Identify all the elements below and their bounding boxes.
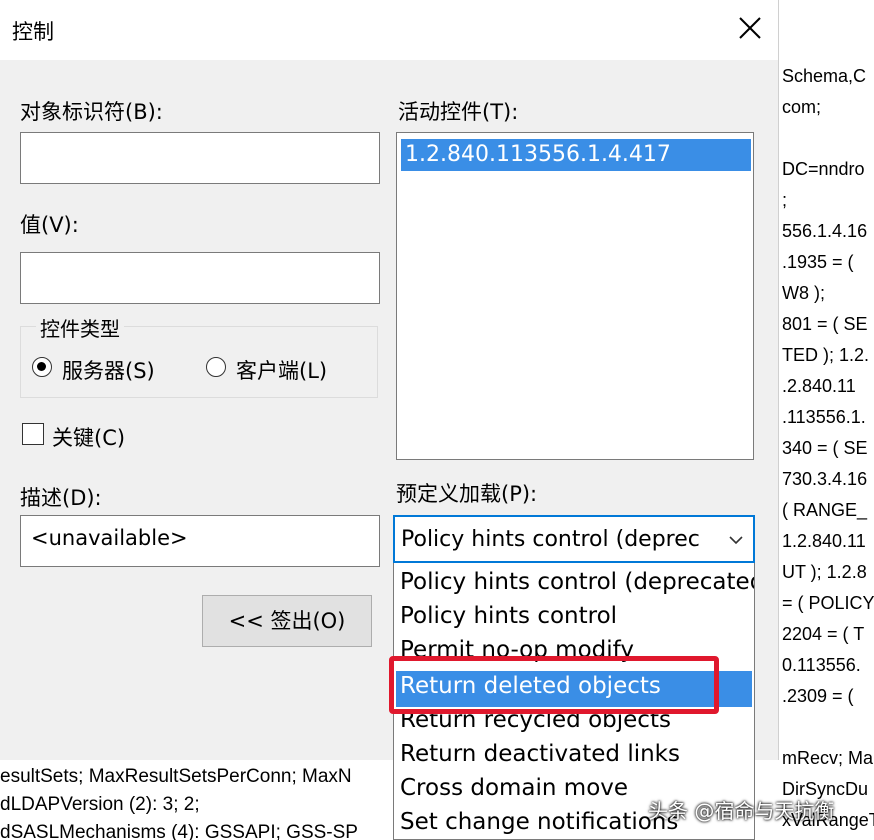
background-log-line: ;	[782, 190, 788, 210]
control-type-legend: 控件类型	[36, 313, 124, 342]
dropdown-option[interactable]: Return deactivated links	[400, 741, 680, 767]
predefined-label: 预定义加载(P):	[396, 482, 538, 506]
watermark: 头条 @宿命与天抗衡	[648, 799, 835, 823]
object-id-input[interactable]	[20, 132, 380, 184]
predefined-select[interactable]: Policy hints control (deprec	[393, 515, 755, 563]
background-log-line: 801 = ( SE	[782, 314, 868, 334]
background-log-line: UT ); 1.2.8	[782, 562, 867, 582]
background-log-line: ( RANGE_	[782, 500, 868, 520]
value-input[interactable]	[20, 252, 380, 304]
background-log-line: = ( POLICY	[782, 593, 874, 613]
chevron-down-icon	[729, 536, 743, 545]
value-label: 值(V):	[20, 213, 79, 237]
background-log-line: 1.2.840.11	[782, 531, 866, 551]
dropdown-option[interactable]: Policy hints control (deprecated	[400, 569, 754, 595]
radio-server[interactable]	[32, 357, 52, 377]
object-id-label: 对象标识符(B):	[20, 100, 163, 124]
background-log-line: Schema,C	[782, 66, 867, 86]
dropdown-option[interactable]: Set change notifications	[400, 809, 678, 835]
background-log-line: W8 );	[782, 283, 825, 303]
red-highlight-box	[389, 656, 719, 714]
dropdown-option[interactable]: Policy hints control	[400, 603, 617, 629]
background-log-line: mRecv; Ma	[782, 748, 874, 768]
description-input[interactable]: <unavailable>	[20, 515, 380, 567]
background-log-line: TED ); 1.2.	[782, 345, 870, 365]
dialog-title: 控制	[12, 20, 54, 44]
background-log-line: dLDAPVersion (2): 3; 2;	[0, 794, 200, 815]
radio-client-label[interactable]: 客户端(L)	[236, 355, 327, 385]
background-log-line: com;	[782, 97, 822, 117]
background-log-line: 730.3.4.16	[782, 469, 868, 489]
background-log-line: esultSets; MaxResultSetsPerConn; MaxN	[0, 766, 352, 787]
radio-selected-dot	[37, 362, 46, 371]
background-log-line: .2.840.11	[782, 376, 856, 396]
background-log-line: dSASLMechanisms (4): GSSAPI; GSS-SP	[0, 822, 358, 840]
title-bar: 控制	[0, 0, 778, 60]
background-log-line: 0.113556.	[782, 655, 861, 675]
background-log-line: DC=nndro	[782, 159, 865, 179]
active-controls-list[interactable]: 1.2.840.113556.1.4.417	[396, 132, 754, 460]
close-icon[interactable]	[734, 12, 766, 44]
radio-server-label[interactable]: 服务器(S)	[62, 355, 155, 385]
background-log-line: .1935 = (	[782, 252, 854, 272]
predefined-selected-value: Policy hints control (deprec	[401, 527, 700, 552]
background-log-line: 340 = ( SE	[782, 438, 868, 458]
background-log-bottom: esultSets; MaxResultSetsPerConn; MaxN dLD…	[0, 760, 400, 840]
background-log-line: .113556.1.	[782, 407, 866, 427]
description-label: 描述(D):	[20, 486, 102, 510]
checkout-button[interactable]: << 签出(O)	[202, 595, 372, 647]
background-log-line: .2309 = (	[782, 686, 854, 706]
background-log-line: 2204 = ( T	[782, 624, 865, 644]
dropdown-option[interactable]: Cross domain move	[400, 775, 628, 801]
radio-client[interactable]	[206, 357, 226, 377]
critical-checkbox[interactable]	[22, 423, 44, 445]
background-log-right: Schema,C com; DC=nndro; 556.1.4.16 .1935 = (…	[778, 0, 874, 840]
list-item[interactable]: 1.2.840.113556.1.4.417	[401, 139, 751, 171]
critical-label[interactable]: 关键(C)	[52, 422, 125, 452]
background-log-line: 556.1.4.16	[782, 221, 868, 241]
active-controls-label: 活动控件(T):	[398, 100, 519, 124]
